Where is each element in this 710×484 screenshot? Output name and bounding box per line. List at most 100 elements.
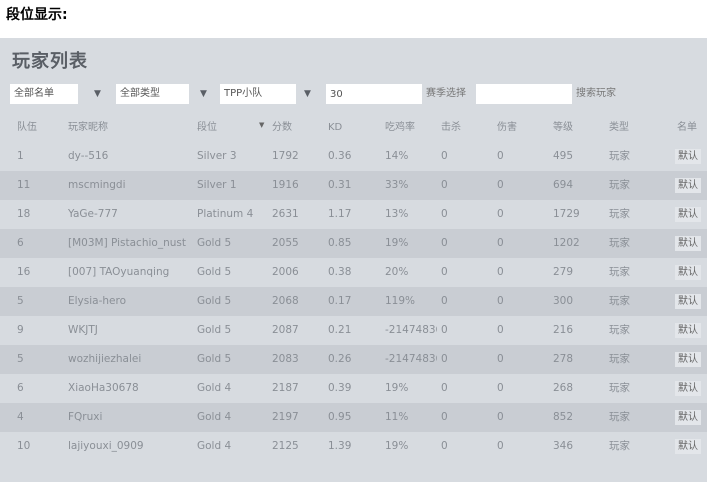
kills-cell: 0	[441, 440, 448, 452]
damage-cell: 0	[497, 150, 504, 162]
kd-cell: 0.95	[328, 411, 352, 423]
type-cell: 玩家	[609, 150, 630, 162]
panel-title: 玩家列表	[12, 51, 88, 72]
list-badge-button[interactable]: 默认	[675, 149, 701, 164]
list-filter-dropdown-icon[interactable]: ▼	[94, 84, 101, 104]
win-rate-cell: 13%	[385, 208, 409, 220]
header-name[interactable]: 玩家昵称	[68, 114, 188, 142]
win-rate-cell: 119%	[385, 295, 416, 307]
season-input[interactable]	[326, 84, 422, 104]
team-cell: 5	[17, 295, 24, 307]
list-badge-button[interactable]: 默认	[675, 381, 701, 396]
win-rate-cell: 11%	[385, 411, 409, 423]
list-badge-button[interactable]: 默认	[675, 352, 701, 367]
list-badge-button[interactable]: 默认	[675, 207, 701, 222]
team-cell: 10	[17, 440, 31, 452]
damage-cell: 0	[497, 411, 504, 423]
win-rate-cell: 19%	[385, 440, 409, 452]
level-cell: 1729	[553, 208, 580, 220]
kd-cell: 0.17	[328, 295, 352, 307]
damage-cell: 0	[497, 208, 504, 220]
kills-cell: 0	[441, 324, 448, 336]
rank-cell: Gold 5	[197, 237, 232, 249]
header-type[interactable]: 类型	[609, 114, 655, 142]
list-badge-button[interactable]: 默认	[675, 439, 701, 454]
table-row[interactable]: 9 WKJTJ Gold 5 2087 0.21 -2147483648 0 0…	[0, 316, 707, 345]
header-kd[interactable]: KD	[328, 114, 376, 142]
score-cell: 2187	[272, 382, 299, 394]
table-row[interactable]: 1 dy--516 Silver 3 1792 0.36 14% 0 0 495…	[0, 142, 707, 171]
kd-cell: 0.39	[328, 382, 352, 394]
score-cell: 2197	[272, 411, 299, 423]
damage-cell: 0	[497, 324, 504, 336]
player-name-cell: FQruxi	[68, 411, 103, 423]
rank-cell: Silver 3	[197, 150, 237, 162]
rank-cell: Gold 4	[197, 382, 232, 394]
level-cell: 216	[553, 324, 574, 336]
score-cell: 2631	[272, 208, 299, 220]
table-row[interactable]: 4 FQruxi Gold 4 2197 0.95 11% 0 0 852 玩家…	[0, 403, 707, 432]
type-filter-dropdown-icon[interactable]: ▼	[200, 84, 207, 104]
level-cell: 1202	[553, 237, 580, 249]
level-cell: 495	[553, 150, 574, 162]
search-player-input[interactable]	[476, 84, 572, 104]
damage-cell: 0	[497, 266, 504, 278]
type-cell: 玩家	[609, 295, 630, 307]
header-level[interactable]: 等级	[553, 114, 599, 142]
list-badge-button[interactable]: 默认	[675, 265, 701, 280]
table-header-row: 队伍 玩家昵称 段位 ▼ 分数 KD 吃鸡率 击杀 伤害 等级 类型 名单	[0, 114, 707, 142]
header-team[interactable]: 队伍	[17, 114, 57, 142]
player-name-cell: YaGe-777	[68, 208, 118, 220]
header-win-rate[interactable]: 吃鸡率	[385, 114, 437, 142]
table-row[interactable]: 16 [007] TAOyuanqing Gold 5 2006 0.38 20…	[0, 258, 707, 287]
win-rate-cell: 20%	[385, 266, 409, 278]
kills-cell: 0	[441, 266, 448, 278]
kills-cell: 0	[441, 237, 448, 249]
table-row[interactable]: 18 YaGe-777 Platinum 4 2631 1.17 13% 0 0…	[0, 200, 707, 229]
kills-cell: 0	[441, 353, 448, 365]
rank-cell: Gold 4	[197, 440, 232, 452]
player-name-cell: [M03M] Pistachio_nust	[68, 237, 186, 249]
kd-cell: 0.21	[328, 324, 352, 336]
type-filter-select[interactable]: 全部类型	[116, 84, 189, 104]
level-cell: 278	[553, 353, 574, 365]
team-cell: 18	[17, 208, 31, 220]
player-name-cell: mscmingdi	[68, 179, 126, 191]
table-row[interactable]: 11 mscmingdi Silver 1 1916 0.31 33% 0 0 …	[0, 171, 707, 200]
sort-desc-icon[interactable]: ▼	[259, 121, 264, 129]
player-name-cell: lajiyouxi_0909	[68, 440, 144, 452]
team-cell: 16	[17, 266, 31, 278]
search-player-button[interactable]: 搜索玩家	[576, 84, 616, 104]
mode-filter-select[interactable]: TPP小队	[220, 84, 296, 104]
type-cell: 玩家	[609, 324, 630, 336]
header-damage[interactable]: 伤害	[497, 114, 543, 142]
list-badge-button[interactable]: 默认	[675, 323, 701, 338]
table-row[interactable]: 5 wozhijiezhalei Gold 5 2083 0.26 -21474…	[0, 345, 707, 374]
player-table: 队伍 玩家昵称 段位 ▼ 分数 KD 吃鸡率 击杀 伤害 等级 类型 名单 1 …	[0, 114, 707, 461]
header-rank[interactable]: 段位	[197, 114, 265, 142]
team-cell: 5	[17, 353, 24, 365]
player-name-cell: [007] TAOyuanqing	[68, 266, 170, 278]
list-badge-button[interactable]: 默认	[675, 410, 701, 425]
table-row[interactable]: 6 XiaoHa30678 Gold 4 2187 0.39 19% 0 0 2…	[0, 374, 707, 403]
table-row[interactable]: 10 lajiyouxi_0909 Gold 4 2125 1.39 19% 0…	[0, 432, 707, 461]
type-cell: 玩家	[609, 179, 630, 191]
table-row[interactable]: 6 [M03M] Pistachio_nust Gold 5 2055 0.85…	[0, 229, 707, 258]
header-kills[interactable]: 击杀	[441, 114, 487, 142]
team-cell: 6	[17, 237, 24, 249]
kd-cell: 0.85	[328, 237, 352, 249]
list-filter-select[interactable]: 全部名单	[10, 84, 78, 104]
table-row[interactable]: 5 Elysia-hero Gold 5 2068 0.17 119% 0 0 …	[0, 287, 707, 316]
header-list[interactable]: 名单	[677, 114, 707, 142]
list-badge-button[interactable]: 默认	[675, 294, 701, 309]
kills-cell: 0	[441, 150, 448, 162]
list-badge-button[interactable]: 默认	[675, 178, 701, 193]
rank-cell: Platinum 4	[197, 208, 254, 220]
mode-filter-dropdown-icon[interactable]: ▼	[304, 84, 311, 104]
damage-cell: 0	[497, 382, 504, 394]
header-score[interactable]: 分数	[272, 114, 320, 142]
damage-cell: 0	[497, 440, 504, 452]
type-cell: 玩家	[609, 266, 630, 278]
damage-cell: 0	[497, 237, 504, 249]
list-badge-button[interactable]: 默认	[675, 236, 701, 251]
